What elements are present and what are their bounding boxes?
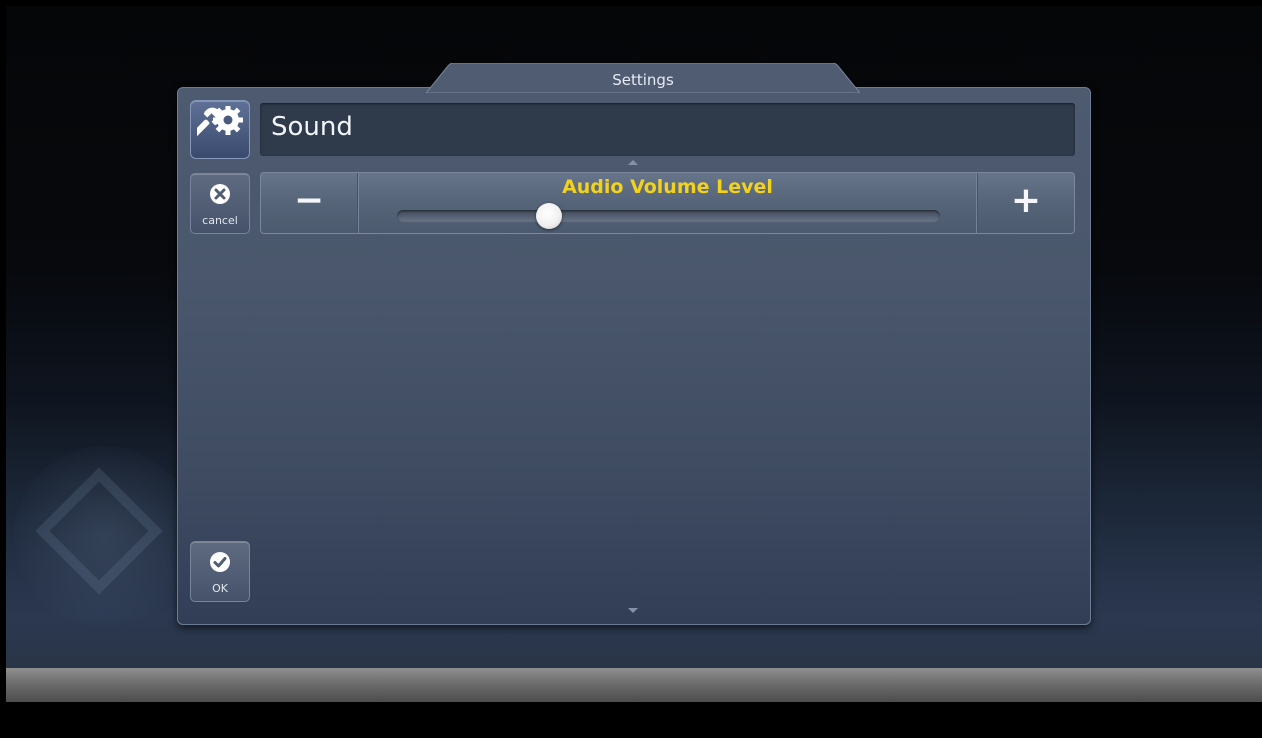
volume-slider-thumb[interactable]: [536, 203, 563, 229]
checkmark-circle-icon: [210, 552, 230, 572]
section-title-bar: Sound: [260, 103, 1075, 156]
settings-tab: Settings: [426, 63, 860, 93]
cancel-label: cancel: [202, 214, 238, 227]
background-logo: [14, 446, 194, 626]
volume-control-row: − Audio Volume Level +: [260, 172, 1075, 234]
close-circle-icon: [210, 184, 230, 204]
settings-dialog: [177, 87, 1091, 625]
scroll-down-arrow-icon[interactable]: [628, 608, 638, 613]
plus-icon: +: [1010, 180, 1042, 221]
volume-label: Audio Volume Level: [562, 176, 773, 198]
volume-decrease-button[interactable]: −: [261, 173, 358, 233]
wrench-gear-icon: [190, 100, 250, 159]
minus-icon: −: [293, 180, 325, 221]
bottom-bar: [6, 668, 1262, 702]
ok-label: OK: [212, 582, 228, 595]
volume-slider[interactable]: [397, 203, 940, 229]
volume-increase-button[interactable]: +: [977, 173, 1074, 233]
cancel-button[interactable]: cancel: [190, 173, 250, 234]
ok-button[interactable]: OK: [190, 541, 250, 602]
scroll-up-arrow-icon[interactable]: [628, 160, 638, 165]
tab-title: Settings: [612, 71, 674, 89]
section-title: Sound: [271, 112, 353, 142]
